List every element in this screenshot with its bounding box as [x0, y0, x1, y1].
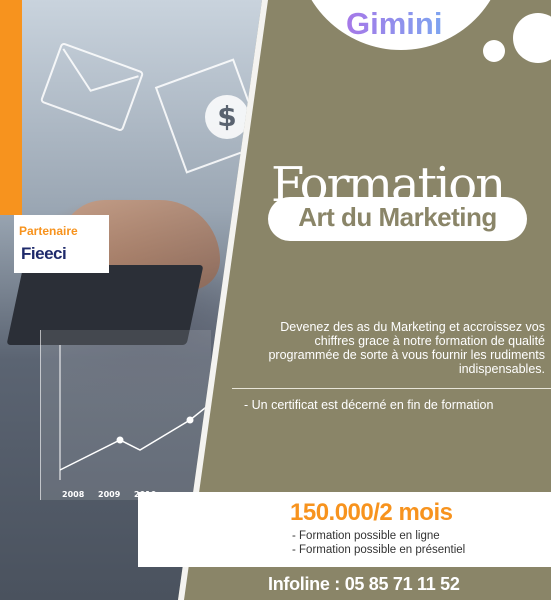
description-text: Devenez des as du Marketing et accroisse… — [268, 320, 545, 376]
certificate-note: - Un certificat est décerné en fin de fo… — [244, 398, 494, 412]
decorative-circle — [483, 40, 505, 62]
brand-logo: Gimini — [346, 6, 443, 41]
chart-year-label: 2009 — [98, 490, 121, 499]
partner-label: Partenaire — [19, 224, 78, 238]
infoline-phone: Infoline : 05 85 71 11 52 — [268, 574, 460, 594]
partner-logo: Fieeci — [21, 244, 67, 263]
price: 150.000/2 mois — [290, 499, 453, 526]
option-onsite: - Formation possible en présentiel — [292, 544, 466, 556]
chart-year-label: 2008 — [62, 490, 85, 499]
poster: 2008 2009 2010 $ Partenaire Fieeci Gimin… — [0, 0, 551, 600]
option-online: - Formation possible en ligne — [292, 530, 440, 542]
divider — [232, 388, 551, 389]
page-subtitle: Art du Marketing — [298, 202, 497, 232]
dollar-icon: $ — [205, 95, 249, 139]
orange-accent-bar — [0, 0, 22, 215]
